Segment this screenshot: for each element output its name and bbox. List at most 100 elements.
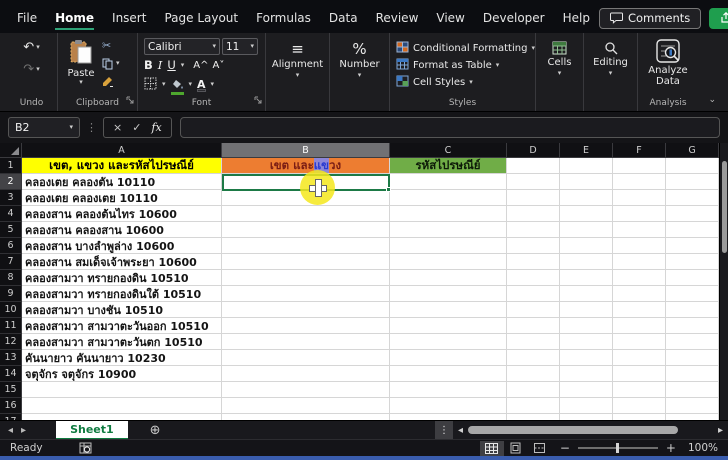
cell[interactable] bbox=[390, 254, 507, 270]
cell[interactable] bbox=[560, 158, 613, 174]
horizontal-scrollbar[interactable] bbox=[468, 421, 713, 440]
cell[interactable] bbox=[507, 254, 560, 270]
undo-button[interactable]: ↶▾ bbox=[6, 40, 57, 55]
menu-item-home[interactable]: Home bbox=[46, 7, 103, 32]
cell[interactable] bbox=[222, 366, 390, 382]
cell-a6[interactable]: คลองสาน บางลำพูล่าง 10600 bbox=[22, 238, 222, 254]
cell[interactable] bbox=[560, 174, 613, 190]
cell[interactable] bbox=[222, 254, 390, 270]
cell[interactable] bbox=[390, 334, 507, 350]
cell[interactable] bbox=[390, 238, 507, 254]
row-header-9[interactable]: 9 bbox=[0, 286, 22, 302]
paste-button[interactable]: Paste ▾ bbox=[64, 39, 98, 86]
cell[interactable] bbox=[560, 302, 613, 318]
page-layout-view-button[interactable] bbox=[504, 441, 528, 456]
font-name-select[interactable]: Calibri▾ bbox=[144, 38, 220, 55]
column-header-a[interactable]: A bbox=[22, 143, 222, 158]
cell[interactable] bbox=[613, 254, 666, 270]
cell[interactable] bbox=[507, 158, 560, 174]
fill-handle[interactable] bbox=[386, 187, 391, 192]
cell[interactable] bbox=[666, 302, 719, 318]
zoom-out-button[interactable]: − bbox=[552, 441, 578, 455]
cell[interactable] bbox=[613, 302, 666, 318]
menu-item-developer[interactable]: Developer bbox=[474, 7, 554, 32]
scroll-right-button[interactable]: ▸ bbox=[713, 425, 728, 436]
row-header-2[interactable]: 2 bbox=[0, 174, 22, 190]
cell[interactable] bbox=[507, 286, 560, 302]
cell[interactable] bbox=[507, 270, 560, 286]
cell[interactable] bbox=[390, 398, 507, 414]
hscroll-split-handle[interactable]: ⋮ bbox=[435, 421, 453, 440]
cell[interactable] bbox=[222, 318, 390, 334]
cell-a13[interactable]: คันนายาว คันนายาว 10230 bbox=[22, 350, 222, 366]
cell[interactable] bbox=[560, 286, 613, 302]
fill-color-button[interactable] bbox=[171, 75, 184, 94]
menu-item-page-layout[interactable]: Page Layout bbox=[155, 7, 247, 32]
cell[interactable] bbox=[560, 190, 613, 206]
cell[interactable] bbox=[507, 190, 560, 206]
cell[interactable] bbox=[390, 190, 507, 206]
page-break-view-button[interactable] bbox=[528, 441, 552, 456]
cell[interactable] bbox=[507, 382, 560, 398]
cell[interactable] bbox=[613, 222, 666, 238]
cell[interactable] bbox=[560, 334, 613, 350]
row-header-5[interactable]: 5 bbox=[0, 222, 22, 238]
menu-item-data[interactable]: Data bbox=[320, 7, 367, 32]
cell[interactable] bbox=[666, 238, 719, 254]
cell[interactable] bbox=[613, 174, 666, 190]
cell[interactable] bbox=[390, 350, 507, 366]
cell[interactable] bbox=[560, 398, 613, 414]
column-header-d[interactable]: D bbox=[507, 143, 560, 158]
zoom-in-button[interactable]: + bbox=[658, 441, 684, 455]
cell-a7[interactable]: คลองสาน สมเด็จเจ้าพระยา 10600 bbox=[22, 254, 222, 270]
cell[interactable] bbox=[222, 222, 390, 238]
cell[interactable] bbox=[507, 206, 560, 222]
menu-item-view[interactable]: View bbox=[427, 7, 473, 32]
cell[interactable] bbox=[666, 398, 719, 414]
font-size-select[interactable]: 11▾ bbox=[222, 38, 258, 55]
cell[interactable] bbox=[507, 302, 560, 318]
cell[interactable] bbox=[613, 158, 666, 174]
column-header-b[interactable]: B bbox=[222, 143, 390, 158]
row-header-3[interactable]: 3 bbox=[0, 190, 22, 206]
cell-a5[interactable]: คลองสาน คลองสาน 10600 bbox=[22, 222, 222, 238]
cell[interactable] bbox=[390, 286, 507, 302]
cell[interactable] bbox=[560, 350, 613, 366]
cell[interactable] bbox=[507, 398, 560, 414]
cell[interactable] bbox=[222, 350, 390, 366]
cell[interactable] bbox=[507, 318, 560, 334]
menu-item-file[interactable]: File bbox=[8, 7, 46, 32]
row-header-12[interactable]: 12 bbox=[0, 334, 22, 350]
row-header-4[interactable]: 4 bbox=[0, 206, 22, 222]
cell[interactable] bbox=[507, 238, 560, 254]
analyze-data-button[interactable]: AnalyzeData bbox=[638, 38, 698, 87]
cell[interactable] bbox=[390, 382, 507, 398]
cell[interactable] bbox=[507, 222, 560, 238]
cell[interactable] bbox=[613, 334, 666, 350]
cell[interactable] bbox=[613, 366, 666, 382]
prev-sheet-button[interactable]: ◂ bbox=[0, 425, 21, 436]
cell[interactable] bbox=[560, 382, 613, 398]
cell-a10[interactable]: คลองสามวา บางชัน 10510 bbox=[22, 302, 222, 318]
row-header-10[interactable]: 10 bbox=[0, 302, 22, 318]
sheet-tab-sheet1[interactable]: Sheet1 bbox=[56, 421, 128, 440]
row-header-8[interactable]: 8 bbox=[0, 270, 22, 286]
cell[interactable] bbox=[613, 382, 666, 398]
number-button[interactable]: % Number ▾ bbox=[330, 41, 389, 79]
column-header-f[interactable]: F bbox=[613, 143, 666, 158]
row-header-6[interactable]: 6 bbox=[0, 238, 22, 254]
cells-button[interactable]: Cells ▾ bbox=[536, 41, 583, 77]
share-button[interactable]: Share bbox=[709, 8, 728, 29]
horizontal-scrollbar-thumb[interactable] bbox=[468, 426, 678, 434]
styles-button-format-as-table[interactable]: Format as Table▾ bbox=[396, 57, 535, 74]
cell-a4[interactable]: คลองสาน คลองต้นไทร 10600 bbox=[22, 206, 222, 222]
font-color-button[interactable]: A bbox=[197, 78, 206, 91]
cell-a15[interactable] bbox=[22, 382, 222, 398]
row-header-1[interactable]: 1 bbox=[0, 158, 22, 174]
cell[interactable] bbox=[222, 206, 390, 222]
name-box[interactable]: B2 ▾ bbox=[8, 117, 80, 138]
cell[interactable] bbox=[507, 334, 560, 350]
scroll-left-button[interactable]: ◂ bbox=[453, 425, 468, 436]
cell[interactable] bbox=[222, 238, 390, 254]
cut-button[interactable]: ✂ bbox=[102, 39, 111, 52]
